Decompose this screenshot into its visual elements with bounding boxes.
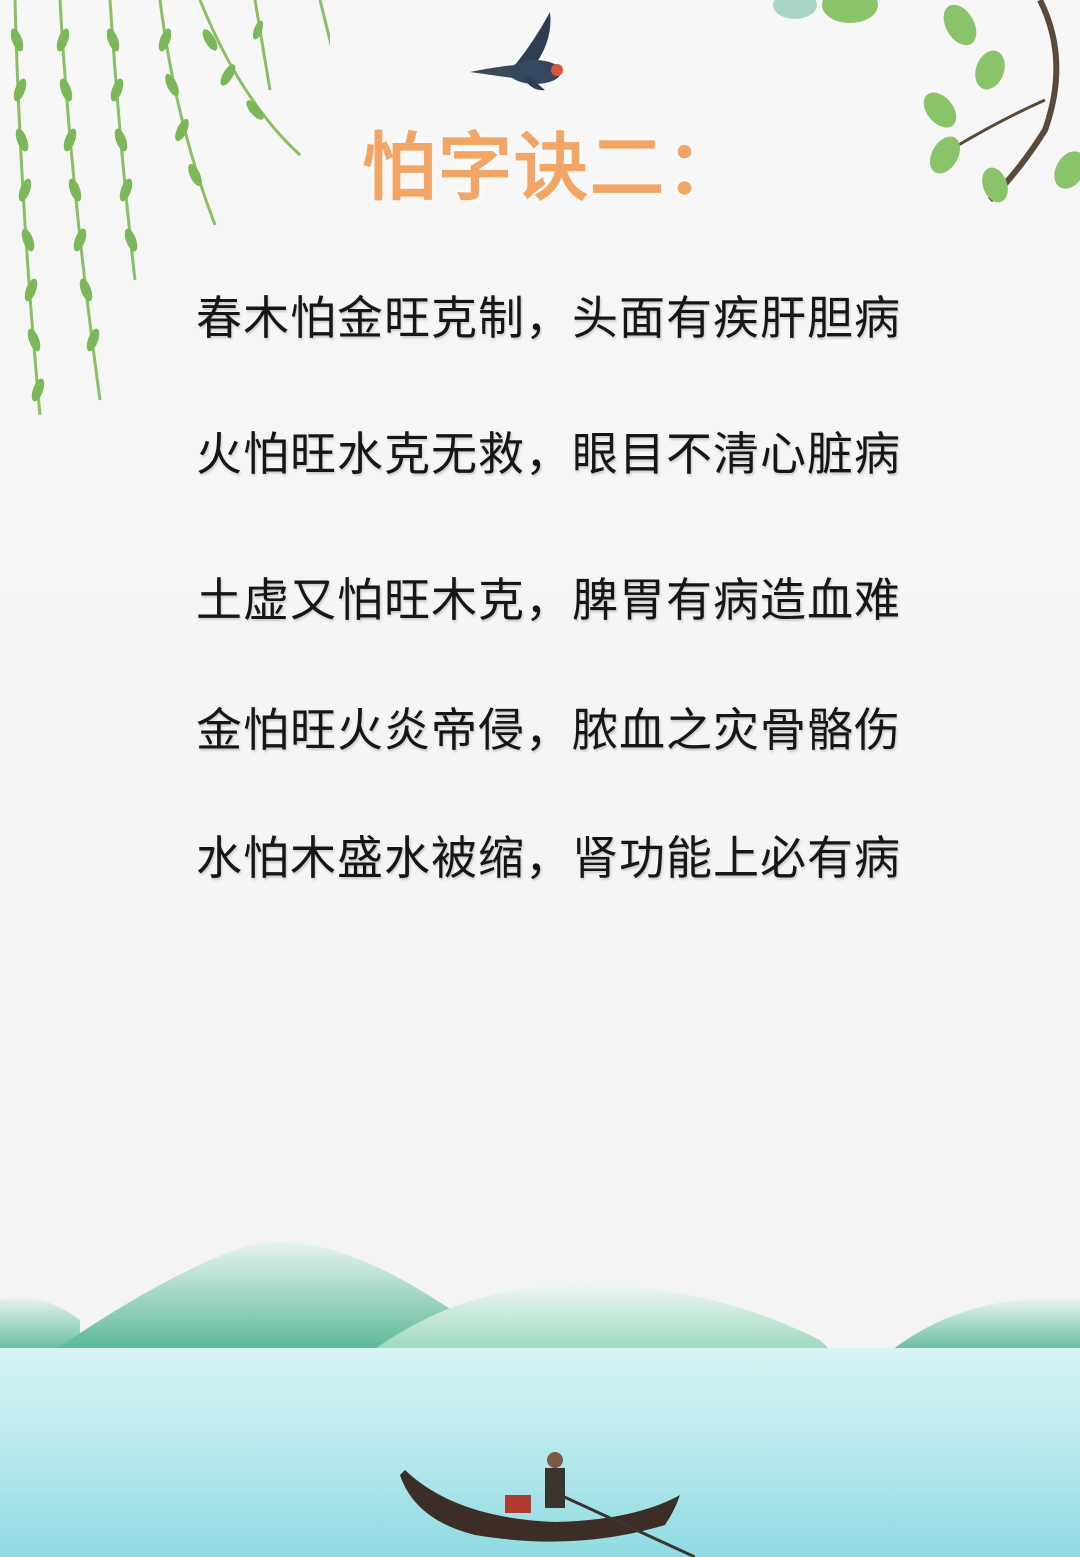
poster: 怕字诀二： 春木怕金旺克制，头面有疾肝胆病 火怕旺水克无救，眼目不清心脏病 土虚… [0, 0, 1080, 1557]
boat-with-rower-illustration [400, 1452, 695, 1557]
verse-line: 水怕木盛水被缩，肾功能上必有病 [196, 831, 901, 885]
verse-line: 春木怕金旺克制，头面有疾肝胆病 [196, 291, 901, 345]
verse-line: 金怕旺火炎帝侵，脓血之灾骨骼伤 [196, 703, 901, 757]
leafy-branch-illustration [773, 0, 1080, 203]
verse-line: 土虚又怕旺木克，脾胃有病造血难 [196, 573, 901, 627]
willow-branches-illustration [10, 0, 330, 416]
swallow-bird-illustration [470, 12, 563, 91]
verse-line: 火怕旺水克无救，眼目不清心脏病 [196, 427, 901, 481]
green-mountains-illustration [0, 1242, 1080, 1360]
poem-title: 怕字诀二： [362, 125, 742, 211]
